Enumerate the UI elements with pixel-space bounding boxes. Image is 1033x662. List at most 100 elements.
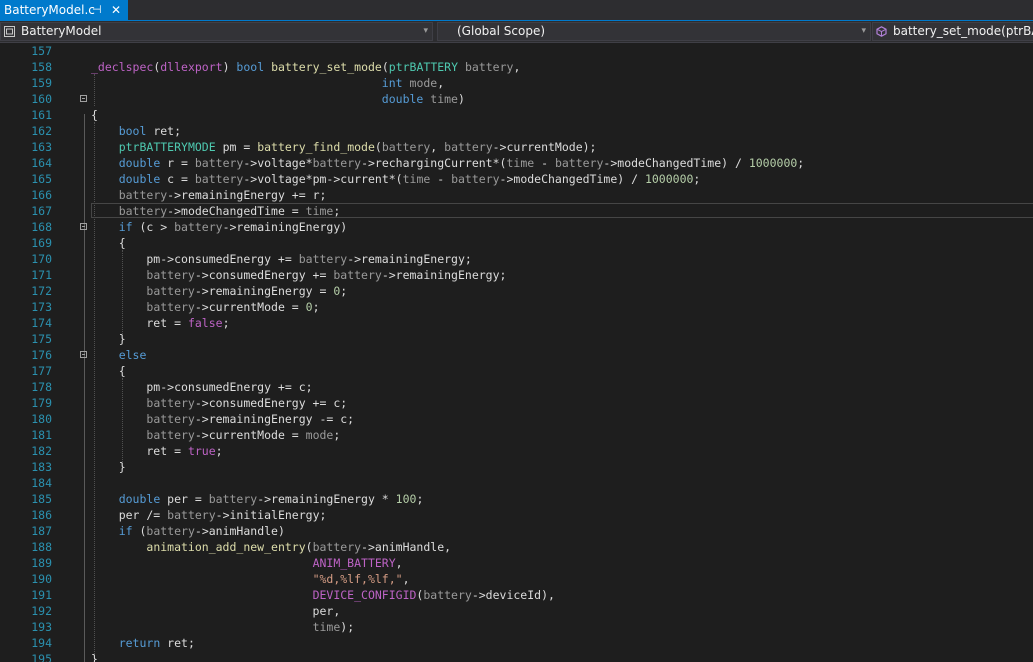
code-line[interactable]: 160 double time) <box>0 91 1033 107</box>
chevron-down-icon[interactable]: ▾ <box>423 23 428 40</box>
code-line[interactable]: 173 battery->currentMode = 0; <box>0 299 1033 315</box>
function-icon <box>876 26 887 37</box>
code-token: ( <box>132 524 147 538</box>
code-line[interactable]: 166 battery->remainingEnergy += r; <box>0 187 1033 203</box>
code-token: per, <box>91 604 341 618</box>
code-line[interactable]: 182 ret = true; <box>0 443 1033 459</box>
c-file-icon <box>4 26 15 37</box>
code-token: ->modeChangedTime = <box>167 204 306 218</box>
code-token: ->currentMode = <box>194 428 306 442</box>
code-token: battery <box>146 524 195 538</box>
code-token: 0 <box>305 300 313 314</box>
code-token: ret = <box>91 316 188 330</box>
code-line[interactable]: 184 <box>0 475 1033 491</box>
code-token: else <box>118 348 147 362</box>
line-number: 184 <box>31 476 52 490</box>
chevron-down-icon[interactable]: ▾ <box>861 23 866 40</box>
code-line[interactable]: 190 "%d,%lf,%lf,", <box>0 571 1033 587</box>
code-line[interactable]: 177 { <box>0 363 1033 379</box>
code-text: if (battery->animHandle) <box>91 523 285 539</box>
code-line[interactable]: 175 } <box>0 331 1033 347</box>
code-token: , <box>402 572 410 586</box>
code-line[interactable]: 191 DEVICE_CONFIGID(battery->deviceId), <box>0 587 1033 603</box>
code-line[interactable]: 195} <box>0 651 1033 662</box>
code-token: per = <box>160 492 209 506</box>
code-token: ->currentMode); <box>492 140 597 154</box>
code-line[interactable]: 183 } <box>0 459 1033 475</box>
line-number: 174 <box>31 316 52 330</box>
collapse-toggle-icon[interactable] <box>80 351 87 358</box>
code-token: ->deviceId), <box>471 588 555 602</box>
code-line[interactable]: 159 int mode, <box>0 75 1033 91</box>
code-token: ; <box>693 172 701 186</box>
code-line[interactable]: 178 pm->consumedEnergy += c; <box>0 379 1033 395</box>
code-line[interactable]: 171 battery->consumedEnergy += battery->… <box>0 267 1033 283</box>
code-line[interactable]: 186 per /= battery->initialEnergy; <box>0 507 1033 523</box>
line-number: 175 <box>31 332 52 346</box>
code-line[interactable]: 179 battery->consumedEnergy += c; <box>0 395 1033 411</box>
code-token: ->remainingEnergy; <box>347 252 472 266</box>
line-number: 162 <box>31 124 52 138</box>
code-text: battery->remainingEnergy += r; <box>91 187 327 203</box>
code-line[interactable]: 157 <box>0 43 1033 59</box>
code-token: if <box>118 220 133 234</box>
code-line[interactable]: 158 _declspec (dllexport) bool battery_set… <box>0 59 1033 75</box>
code-line[interactable]: 165 double c = battery->voltage*pm->curr… <box>0 171 1033 187</box>
code-token: battery <box>451 172 500 186</box>
pin-icon[interactable]: ⊣ <box>92 0 102 20</box>
code-line[interactable]: 189 ANIM_BATTERY, <box>0 555 1033 571</box>
code-token: battery <box>146 396 195 410</box>
close-icon[interactable]: ✕ <box>111 0 121 20</box>
line-number: 186 <box>31 508 52 522</box>
code-line[interactable]: 161 { <box>0 107 1033 123</box>
code-token: battery_set_mode <box>271 60 382 74</box>
code-line[interactable]: 167 battery->modeChangedTime = time; <box>0 203 1033 219</box>
code-line[interactable]: 180 battery->remainingEnergy -= c; <box>0 411 1033 427</box>
code-token: battery_find_mode <box>257 140 375 154</box>
line-number: 166 <box>31 188 52 202</box>
code-line[interactable]: 174 ret = false; <box>0 315 1033 331</box>
code-token: time <box>305 204 334 218</box>
code-token: battery <box>464 60 514 74</box>
code-line[interactable]: 181 battery->currentMode = mode; <box>0 427 1033 443</box>
collapse-toggle-icon[interactable] <box>80 223 87 230</box>
code-line[interactable]: 176 else <box>0 347 1033 363</box>
code-token: mode <box>305 428 334 442</box>
project-dropdown[interactable]: BatteryModel ▾ <box>0 22 433 41</box>
code-editor[interactable]: 157 158 _declspec(dllexport) bool battery_… <box>0 43 1033 662</box>
line-number: 157 <box>31 44 52 58</box>
code-line[interactable]: 164 double r = battery->voltage*battery-… <box>0 155 1033 171</box>
code-token: ->voltage*pm->current*( <box>243 172 403 186</box>
code-line[interactable]: 188 animation_add_new_entry(battery->ani… <box>0 539 1033 555</box>
code-token: battery <box>312 156 362 170</box>
code-line[interactable]: 192 per, <box>0 603 1033 619</box>
collapse-toggle-icon[interactable] <box>80 95 87 102</box>
code-token: ptrBATTERYMODE <box>118 140 216 154</box>
code-token: ->consumedEnergy += <box>194 268 334 282</box>
code-line[interactable]: 169 { <box>0 235 1033 251</box>
code-text: battery->modeChangedTime = time; <box>91 203 341 219</box>
code-token: battery <box>554 156 604 170</box>
code-line[interactable]: 185 double per = battery->remainingEnerg… <box>0 491 1033 507</box>
code-line[interactable]: 162 bool ret; <box>0 123 1033 139</box>
scope-dropdown[interactable]: (Global Scope) ▾ <box>437 22 871 41</box>
tab-title[interactable]: BatteryModel.c <box>4 0 95 20</box>
code-line[interactable]: 163 ptrBATTERYMODE pm = battery_find_mod… <box>0 139 1033 155</box>
code-line[interactable]: 187 if (battery->animHandle) <box>0 523 1033 539</box>
code-line[interactable]: 194 return ret; <box>0 635 1033 651</box>
code-line[interactable]: 193 time); <box>0 619 1033 635</box>
code-line[interactable]: 172 battery->remainingEnergy = 0; <box>0 283 1033 299</box>
code-line[interactable]: 170 pm->consumedEnergy += battery->remai… <box>0 251 1033 267</box>
code-token: bool <box>236 60 265 74</box>
code-token: ->remainingEnergy * <box>257 492 396 506</box>
document-tab[interactable]: BatteryModel.c ⊣ ✕ <box>0 0 128 20</box>
code-token: pm->consumedEnergy += <box>91 252 299 266</box>
member-dropdown[interactable]: battery_set_mode(ptrBATTERY battery, int… <box>872 22 1033 41</box>
code-token: battery <box>146 412 195 426</box>
code-line[interactable]: 168 if (c > battery->remainingEnergy) <box>0 219 1033 235</box>
